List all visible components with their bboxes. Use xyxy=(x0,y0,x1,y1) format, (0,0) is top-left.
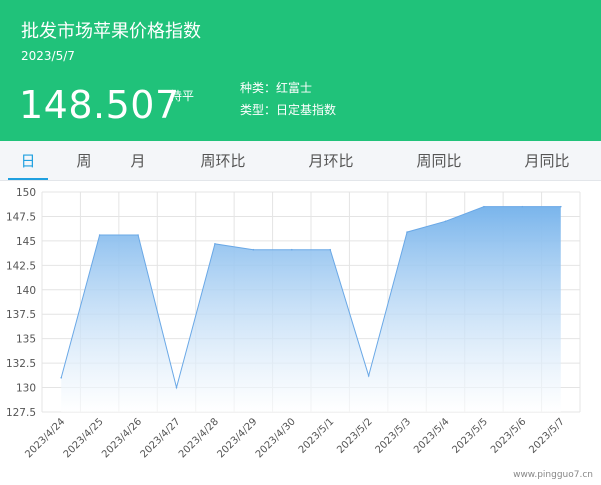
change-label: 持平 xyxy=(170,89,195,103)
y-tick-label: 142.5 xyxy=(6,260,36,272)
data-point xyxy=(367,375,370,377)
header-banner: 批发市场苹果价格指数 2023/5/7 148.507 持平 种类：红富士 类型… xyxy=(0,0,601,141)
x-tick-label: 2023/4/28 xyxy=(177,416,221,460)
data-point xyxy=(290,248,293,251)
data-point xyxy=(60,376,63,379)
y-tick-label: 137.5 xyxy=(6,309,36,321)
x-tick-label: 2023/4/25 xyxy=(62,416,106,460)
y-tick-label: 145 xyxy=(16,236,36,248)
tab-week-year-on-year[interactable]: 周同比 xyxy=(404,141,474,180)
period-tabs: 日 周 月 周环比 月环比 周同比 月同比 xyxy=(0,141,601,181)
x-tick-label: 2023/5/7 xyxy=(527,416,567,456)
tab-month[interactable]: 月 xyxy=(118,141,158,180)
data-point xyxy=(252,248,255,251)
watermark: www.pingguo7.cn xyxy=(513,470,593,480)
x-tick-label: 2023/5/3 xyxy=(374,416,414,456)
price-area-chart: 127.5 130 132.5 135 137.5 140 142.5 145 147.5 150… xyxy=(6,187,581,460)
tab-month-on-month[interactable]: 月环比 xyxy=(296,141,366,180)
x-tick-label: 2023/5/5 xyxy=(451,416,491,456)
x-tick-label: 2023/4/26 xyxy=(100,416,144,460)
x-tick-label: 2023/5/1 xyxy=(297,416,337,456)
variety-label: 种类：红富士 xyxy=(240,81,313,95)
y-tick-label: 150 xyxy=(16,187,36,199)
data-point xyxy=(444,220,447,223)
y-tick-label: 130 xyxy=(16,383,36,395)
y-tick-label: 147.5 xyxy=(6,211,36,223)
y-tick-label: 140 xyxy=(16,285,36,297)
tab-week[interactable]: 周 xyxy=(64,141,104,180)
data-point xyxy=(329,248,332,251)
data-point xyxy=(175,386,178,389)
x-tick-label: 2023/5/2 xyxy=(335,416,375,456)
data-point xyxy=(406,231,408,233)
data-point xyxy=(214,243,216,245)
y-tick-label: 132.5 xyxy=(6,358,36,370)
data-point xyxy=(559,205,562,208)
data-point xyxy=(137,234,139,236)
x-tick-label: 2023/5/6 xyxy=(489,416,529,456)
y-tick-label: 135 xyxy=(16,334,36,346)
x-tick-label: 2023/4/24 xyxy=(23,416,67,460)
tab-day[interactable]: 日 xyxy=(8,141,48,180)
data-point xyxy=(521,205,524,208)
tab-month-year-on-year[interactable]: 月同比 xyxy=(512,141,582,180)
x-tick-label: 2023/4/30 xyxy=(254,416,298,460)
page-title: 批发市场苹果价格指数 xyxy=(21,21,201,42)
index-type-label: 类型：日定基指数 xyxy=(240,103,337,117)
date-label: 2023/5/7 xyxy=(21,49,75,63)
data-point xyxy=(98,234,101,236)
data-point xyxy=(483,205,485,208)
y-tick-label: 127.5 xyxy=(6,407,36,419)
price-value: 148.507 xyxy=(19,83,180,127)
x-tick-label: 2023/4/27 xyxy=(139,416,183,460)
x-tick-label: 2023/5/4 xyxy=(412,416,452,456)
tab-week-on-week[interactable]: 周环比 xyxy=(188,141,258,180)
x-tick-label: 2023/4/29 xyxy=(215,416,259,460)
